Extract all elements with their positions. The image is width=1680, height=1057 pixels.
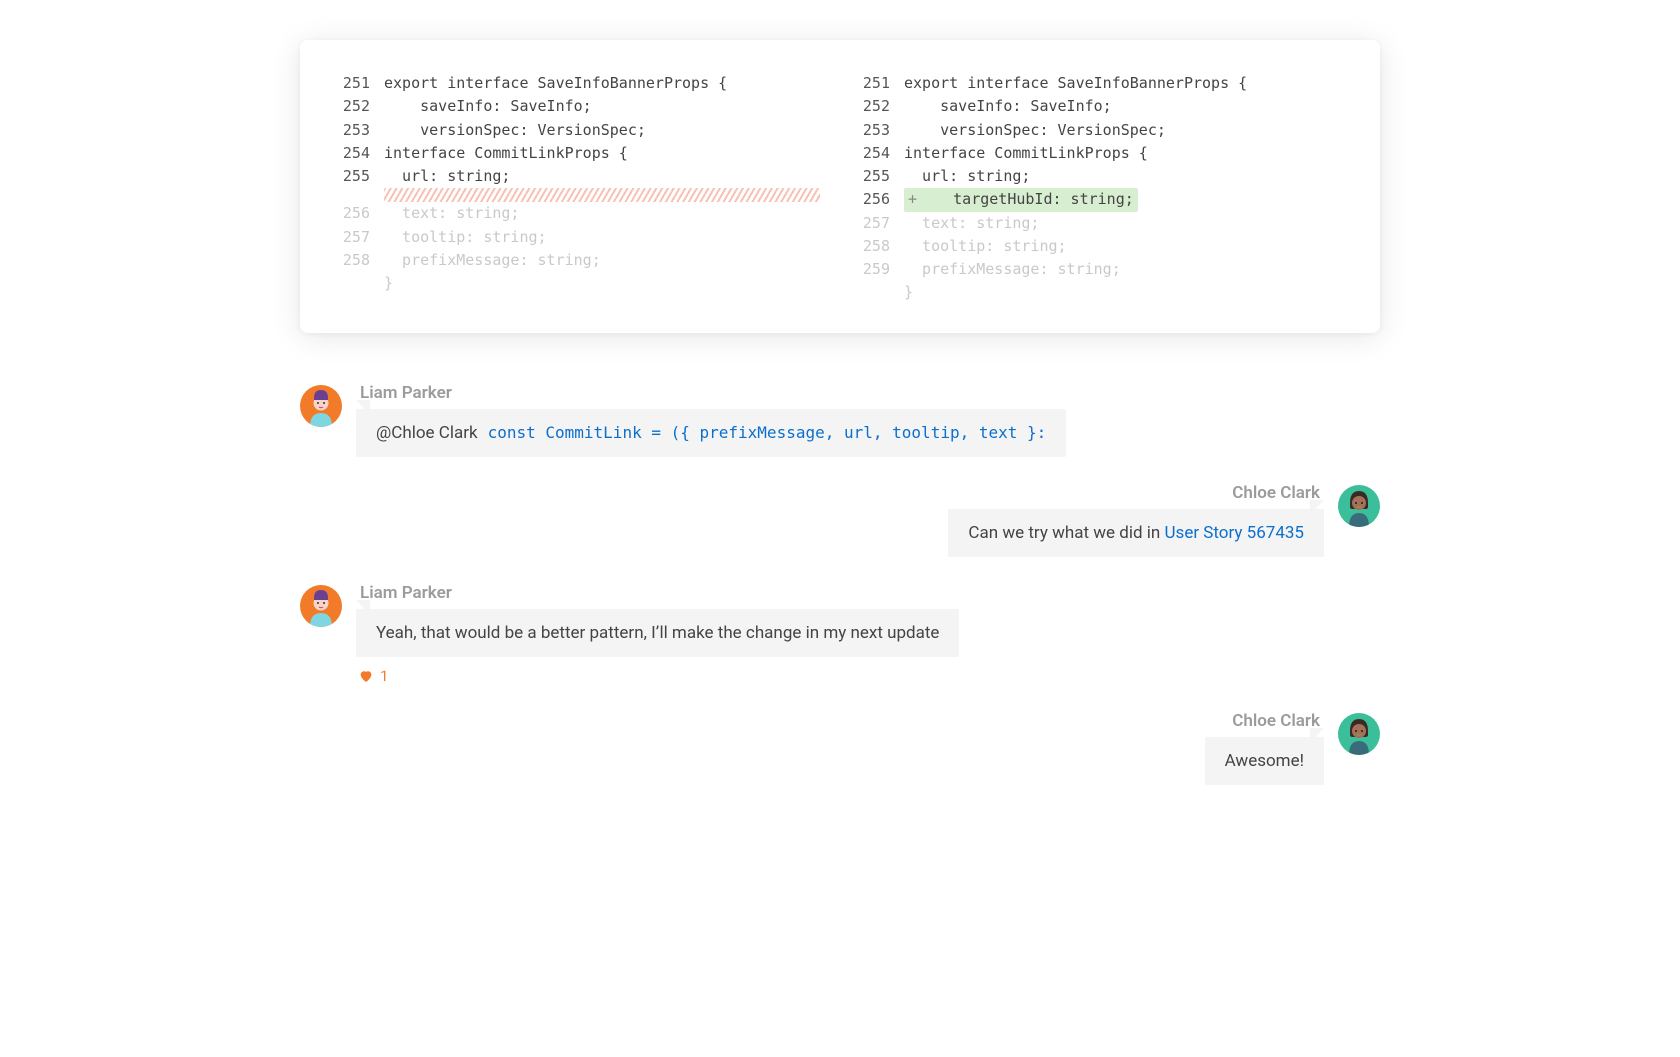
- comment-text: Can we try what we did in: [968, 523, 1164, 543]
- work-item-link[interactable]: User Story 567435: [1165, 523, 1304, 543]
- comment-bubble: @Chloe Clark const CommitLink = ({ prefix…: [356, 409, 1066, 457]
- line-number: 251: [860, 72, 904, 95]
- diff-card: 251export interface SaveInfoBannerProps …: [300, 40, 1380, 333]
- diff-line: 259 prefixMessage: string;: [860, 258, 1340, 281]
- diff-line: 253 versionSpec: VersionSpec;: [860, 119, 1340, 142]
- comment-author: Chloe Clark: [948, 483, 1324, 503]
- line-number: 253: [340, 119, 384, 142]
- diff-line: 254interface CommitLinkProps {: [860, 142, 1340, 165]
- line-number: 257: [860, 212, 904, 235]
- added-line: + targetHubId: string;: [904, 188, 1138, 211]
- comment-row: Chloe Clark Can we try what we did in Use…: [300, 483, 1380, 557]
- comment-bubble: Yeah, that would be a better pattern, I’…: [356, 609, 959, 657]
- line-number: 256: [860, 188, 904, 211]
- line-number: 253: [860, 119, 904, 142]
- code-text: url: string;: [384, 165, 510, 188]
- diff-line: 253 versionSpec: VersionSpec;: [340, 119, 820, 142]
- diff-line: 255 url: string;: [340, 165, 820, 188]
- diff-line: 252 saveInfo: SaveInfo;: [860, 95, 1340, 118]
- code-text: }: [384, 272, 393, 295]
- comment-row: Chloe Clark Awesome!: [300, 711, 1380, 785]
- code-text: export interface SaveInfoBannerProps {: [904, 72, 1247, 95]
- line-number: 255: [860, 165, 904, 188]
- avatar[interactable]: [1338, 713, 1380, 755]
- line-number: 256: [340, 202, 384, 225]
- avatar-person-icon: [1338, 485, 1380, 527]
- diff-column-right: 251export interface SaveInfoBannerProps …: [860, 72, 1340, 305]
- code-text: tooltip: string;: [904, 235, 1067, 258]
- code-text: versionSpec: VersionSpec;: [904, 119, 1166, 142]
- heart-icon: [358, 668, 374, 684]
- code-text: text: string;: [904, 212, 1039, 235]
- avatar-person-icon: [1338, 713, 1380, 755]
- code-text: versionSpec: VersionSpec;: [384, 119, 646, 142]
- code-text: export interface SaveInfoBannerProps {: [384, 72, 727, 95]
- diff-line: 252 saveInfo: SaveInfo;: [340, 95, 820, 118]
- code-text: prefixMessage: string;: [384, 249, 601, 272]
- line-number: 257: [340, 226, 384, 249]
- code-text: text: string;: [384, 202, 519, 225]
- code-text: + targetHubId: string;: [904, 188, 1138, 211]
- avatar[interactable]: [300, 585, 342, 627]
- line-number: 252: [860, 95, 904, 118]
- comment-author: Chloe Clark: [1205, 711, 1324, 731]
- diff-line: }: [860, 281, 1340, 304]
- diff-line: 251export interface SaveInfoBannerProps …: [340, 72, 820, 95]
- comment-row: Liam Parker @Chloe Clark const CommitLink …: [300, 383, 1380, 457]
- reaction-count: 1: [380, 667, 388, 685]
- reaction-bar[interactable]: 1: [356, 667, 959, 685]
- diff-line: }: [340, 272, 820, 295]
- diff-line: 254interface CommitLinkProps {: [340, 142, 820, 165]
- comment-bubble: Awesome!: [1205, 737, 1324, 785]
- diff-line: 256+ targetHubId: string;: [860, 188, 1340, 211]
- diff-line: 258 tooltip: string;: [860, 235, 1340, 258]
- code-text: url: string;: [904, 165, 1030, 188]
- code-text: saveInfo: SaveInfo;: [904, 95, 1112, 118]
- diff-line: 255 url: string;: [860, 165, 1340, 188]
- avatar-person-icon: [300, 585, 342, 627]
- inline-code-snippet: const CommitLink = ({ prefixMessage, url…: [488, 423, 1047, 442]
- code-text: saveInfo: SaveInfo;: [384, 95, 592, 118]
- line-number: 259: [860, 258, 904, 281]
- line-number: 258: [340, 249, 384, 272]
- diff-gap-indicator: [384, 188, 820, 202]
- diff-line: 258 prefixMessage: string;: [340, 249, 820, 272]
- avatar[interactable]: [1338, 485, 1380, 527]
- line-number: 254: [860, 142, 904, 165]
- code-text: }: [904, 281, 913, 304]
- line-number: 254: [340, 142, 384, 165]
- comment-bubble: Can we try what we did in User Story 567…: [948, 509, 1324, 557]
- comment-row: Liam Parker Yeah, that would be a better …: [300, 583, 1380, 685]
- code-text: interface CommitLinkProps {: [384, 142, 628, 165]
- comment-thread: Liam Parker @Chloe Clark const CommitLink …: [300, 383, 1380, 785]
- comment-author: Liam Parker: [356, 383, 1066, 403]
- avatar-person-icon: [300, 385, 342, 427]
- diff-line: 257 text: string;: [860, 212, 1340, 235]
- diff-column-left: 251export interface SaveInfoBannerProps …: [340, 72, 820, 305]
- code-text: interface CommitLinkProps {: [904, 142, 1148, 165]
- mention[interactable]: @Chloe Clark: [376, 423, 478, 443]
- comment-text: Awesome!: [1225, 751, 1304, 771]
- line-number: 251: [340, 72, 384, 95]
- line-number: 252: [340, 95, 384, 118]
- line-number: 258: [860, 235, 904, 258]
- line-number: 255: [340, 165, 384, 188]
- code-text: tooltip: string;: [384, 226, 547, 249]
- diff-line: 251export interface SaveInfoBannerProps …: [860, 72, 1340, 95]
- code-text: prefixMessage: string;: [904, 258, 1121, 281]
- avatar[interactable]: [300, 385, 342, 427]
- comment-author: Liam Parker: [356, 583, 959, 603]
- diff-line: 256 text: string;: [340, 202, 820, 225]
- diff-line: 257 tooltip: string;: [340, 226, 820, 249]
- comment-text: Yeah, that would be a better pattern, I’…: [376, 623, 939, 643]
